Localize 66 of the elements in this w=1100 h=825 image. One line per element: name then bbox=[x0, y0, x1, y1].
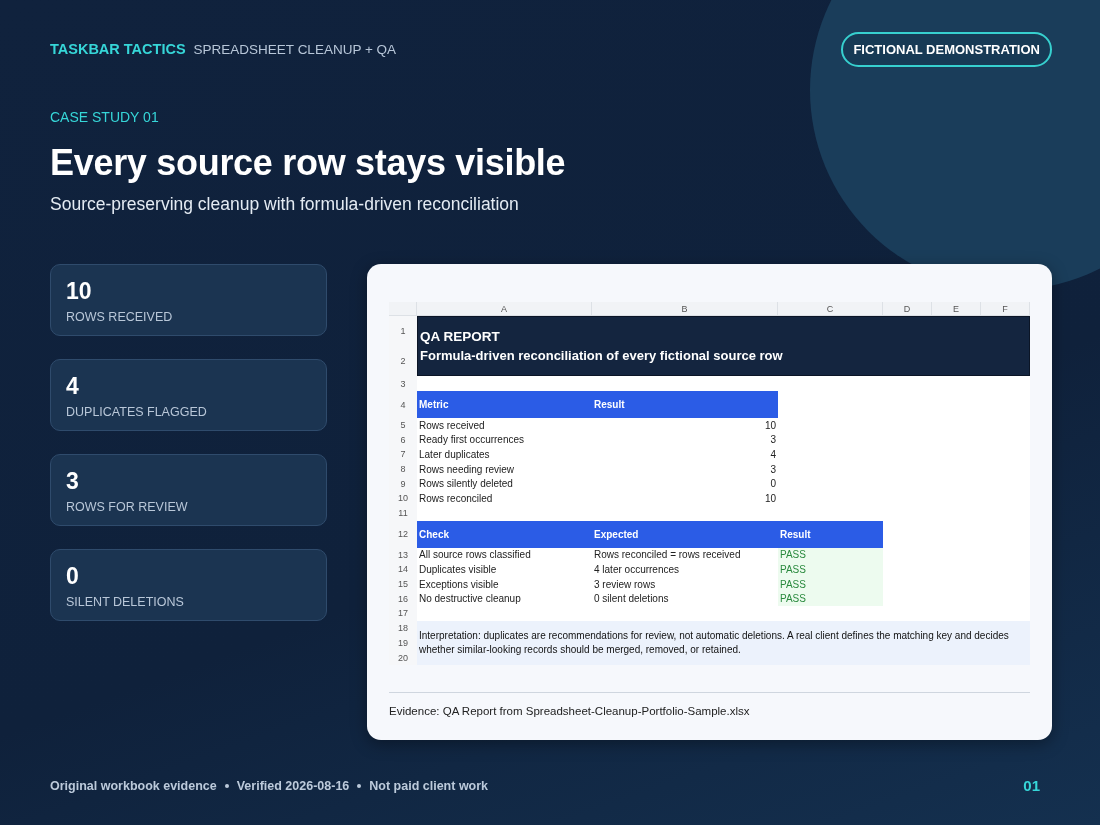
page-subtitle: Source-preserving cleanup with formula-driven reconciliation bbox=[50, 194, 520, 215]
stat-value: 0 bbox=[66, 563, 80, 590]
stat-label: SILENT DELETIONS bbox=[66, 595, 185, 609]
column-header: B bbox=[592, 302, 778, 316]
column-heading: Result bbox=[778, 520, 883, 548]
column-heading: Metric bbox=[417, 391, 592, 418]
row-number: 3 bbox=[389, 376, 417, 391]
table-cell-text: All source rows classified bbox=[418, 548, 532, 563]
eyebrow-label: CASE STUDY 01 bbox=[50, 109, 160, 125]
table-cell-text: Rows reconciled bbox=[418, 491, 494, 506]
table-cell-text: 4 later occurrences bbox=[593, 562, 681, 577]
table-cell-text: Rows needing review bbox=[418, 462, 516, 477]
interpretation-note: Interpretation: duplicates are recommendations for review, not automatic deletions. A real client defines the matching key and decides whether similar-looking records should be merged, removed, or retained. bbox=[417, 620, 1030, 665]
page-title: Every source row stays visible bbox=[50, 142, 567, 184]
footer-note: Not paid client work bbox=[369, 778, 489, 793]
table-cell-text: Rows silently deleted bbox=[418, 477, 514, 491]
column-heading: Expected bbox=[592, 520, 778, 548]
column-header: F bbox=[981, 302, 1030, 316]
table-cell-text: Exceptions visible bbox=[418, 577, 500, 592]
column-heading: Check bbox=[417, 520, 592, 548]
row-number: 16 bbox=[389, 591, 417, 606]
footer-note: Verified 2026-08-16 bbox=[236, 778, 350, 793]
bullet-icon bbox=[224, 783, 229, 788]
row-number: 4 bbox=[389, 391, 417, 418]
column-header: C bbox=[778, 302, 883, 316]
row-number: 7 bbox=[389, 447, 417, 462]
table-cell-text: 3 bbox=[769, 433, 777, 448]
stat-value: 10 bbox=[66, 278, 93, 305]
brand-name: TASKBAR TACTICS bbox=[50, 41, 186, 57]
stat-label: DUPLICATES FLAGGED bbox=[66, 405, 208, 419]
table-cell-text: Rows reconciled = rows received bbox=[593, 548, 742, 563]
stat-value: 3 bbox=[66, 468, 80, 495]
table-cell-text: Rows received bbox=[418, 418, 486, 433]
table-cell-text: 4 bbox=[769, 448, 777, 462]
table-cell-text: No destructive cleanup bbox=[418, 592, 522, 606]
result-cell: PASS bbox=[778, 562, 883, 577]
column-header: A bbox=[417, 302, 592, 316]
bullet-icon bbox=[357, 783, 362, 788]
evidence-caption: Evidence: QA Report from Spreadsheet-Cleanup-Portfolio-Sample.xlsx bbox=[389, 704, 751, 717]
column-header: D bbox=[883, 302, 932, 316]
table-cell-text: 0 bbox=[769, 477, 777, 491]
table-cell-text: 10 bbox=[763, 418, 777, 433]
stat-label: ROWS FOR REVIEW bbox=[66, 500, 189, 514]
table-cell-text: Later duplicates bbox=[418, 448, 491, 462]
demo-badge: FICTIONAL DEMONSTRATION bbox=[841, 31, 1052, 67]
column-heading: Result bbox=[592, 391, 778, 418]
row-number: 14 bbox=[389, 562, 417, 577]
report-title: QA REPORT bbox=[420, 329, 501, 344]
result-cell: PASS bbox=[778, 591, 883, 606]
row-number: 12 bbox=[389, 520, 417, 548]
row-number: 5 bbox=[389, 418, 417, 433]
table-cell-text: 3 review rows bbox=[593, 577, 657, 592]
row-number: 9 bbox=[389, 476, 417, 491]
table-cell-text: 3 bbox=[769, 462, 777, 477]
stat-label: ROWS RECEIVED bbox=[66, 310, 174, 324]
section-label: SPREADSHEET CLEANUP + QA bbox=[193, 42, 397, 57]
footer-note: Original workbook evidence bbox=[50, 778, 217, 793]
report-subtitle: Formula-driven reconciliation of every fictional source row bbox=[420, 348, 784, 363]
table-cell-text: 0 silent deletions bbox=[593, 592, 670, 606]
stat-value: 4 bbox=[66, 373, 80, 400]
sheet-corner bbox=[389, 302, 417, 316]
table-cell-text: Ready first occurrences bbox=[418, 433, 526, 448]
table-cell-text: 10 bbox=[763, 491, 777, 506]
page-number: 01 bbox=[1023, 777, 1040, 794]
table-cell-text: Duplicates visible bbox=[418, 562, 498, 577]
column-header: E bbox=[932, 302, 981, 316]
